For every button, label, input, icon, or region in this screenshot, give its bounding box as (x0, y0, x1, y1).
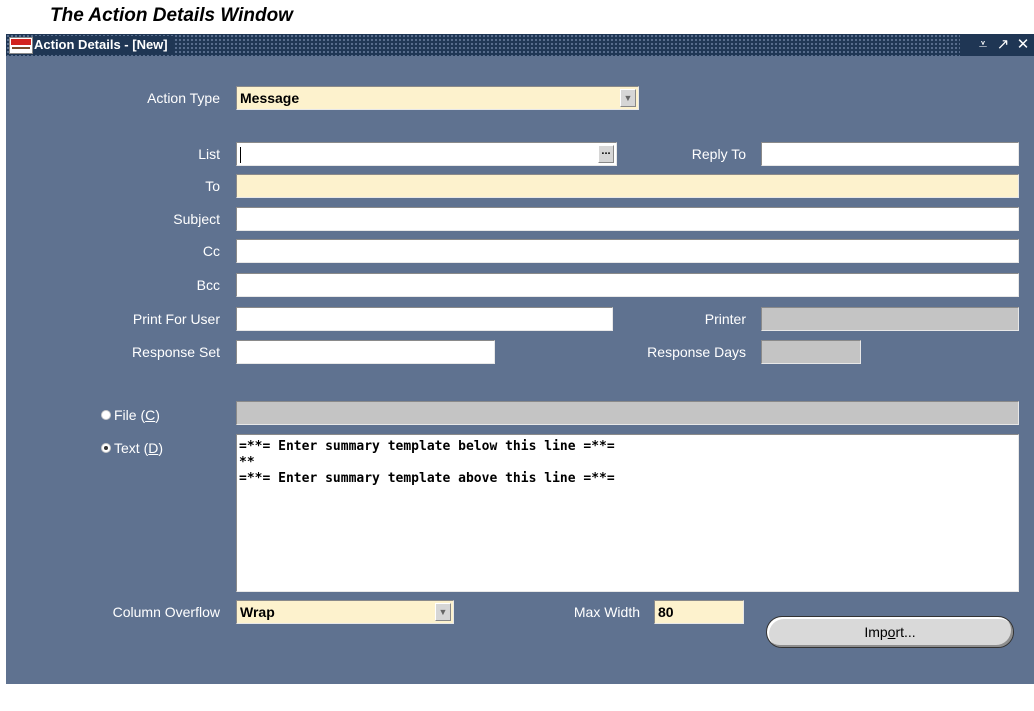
list-label: List (198, 146, 220, 162)
title-bar[interactable]: Action Details - [New] ⩡ ↗ ✕ (6, 34, 1034, 56)
cc-field[interactable] (236, 239, 1019, 263)
window-title: Action Details - [New] (34, 36, 174, 54)
response-set-label: Response Set (132, 344, 220, 360)
import-button[interactable]: Import... (766, 616, 1014, 648)
text-cursor (240, 147, 241, 164)
print-for-user-field[interactable] (236, 307, 613, 331)
column-overflow-select[interactable]: Wrap ▼ (236, 600, 454, 624)
file-path-field[interactable] (236, 401, 1019, 425)
text-radio-option[interactable]: Text (D) (101, 437, 163, 459)
file-radio-button[interactable] (101, 410, 111, 420)
oracle-app-icon (9, 37, 33, 54)
file-radio-option[interactable]: File (C) (101, 404, 160, 426)
bcc-field[interactable] (236, 273, 1019, 297)
response-days-field[interactable] (761, 340, 861, 364)
to-field[interactable] (236, 174, 1019, 198)
file-radio-label: File (C) (114, 407, 160, 423)
action-type-select[interactable]: Message ▼ (236, 86, 639, 110)
response-set-field[interactable] (236, 340, 495, 364)
template-line: ** (239, 455, 255, 470)
window-controls: ⩡ ↗ ✕ (960, 34, 1034, 56)
reply-to-label: Reply To (691, 146, 746, 162)
chevron-down-icon[interactable]: ▼ (620, 89, 636, 107)
action-details-window: Action Details - [New] ⩡ ↗ ✕ Action Type… (6, 34, 1034, 684)
minimize-icon[interactable]: ⩡ (976, 35, 990, 55)
text-radio-button[interactable] (101, 443, 111, 453)
action-type-label: Action Type (147, 90, 220, 106)
subject-label: Subject (173, 211, 220, 227)
chevron-down-icon[interactable]: ▼ (435, 603, 451, 621)
template-line: =**= Enter summary template below this l… (239, 439, 615, 454)
list-field[interactable]: ... (236, 142, 617, 166)
page-caption: The Action Details Window (50, 5, 293, 26)
printer-field[interactable] (761, 307, 1019, 331)
bcc-label: Bcc (196, 277, 220, 293)
response-days-label: Response Days (647, 344, 746, 360)
maximize-icon[interactable]: ↗ (996, 35, 1010, 55)
column-overflow-value: Wrap (240, 604, 275, 620)
close-icon[interactable]: ✕ (1016, 35, 1030, 55)
subject-field[interactable] (236, 207, 1019, 231)
action-type-value: Message (240, 90, 300, 106)
template-line: =**= Enter summary template above this l… (239, 471, 615, 486)
cc-label: Cc (202, 243, 220, 259)
reply-to-field[interactable] (761, 142, 1019, 166)
print-for-user-label: Print For User (132, 311, 220, 327)
to-label: To (205, 178, 220, 194)
text-radio-label: Text (D) (114, 440, 164, 456)
summary-template-textarea[interactable]: =**= Enter summary template below this l… (236, 434, 1019, 592)
max-width-label: Max Width (573, 604, 640, 620)
printer-label: Printer (704, 311, 746, 327)
column-overflow-label: Column Overflow (112, 604, 220, 620)
max-width-field[interactable]: 80 (654, 600, 744, 624)
